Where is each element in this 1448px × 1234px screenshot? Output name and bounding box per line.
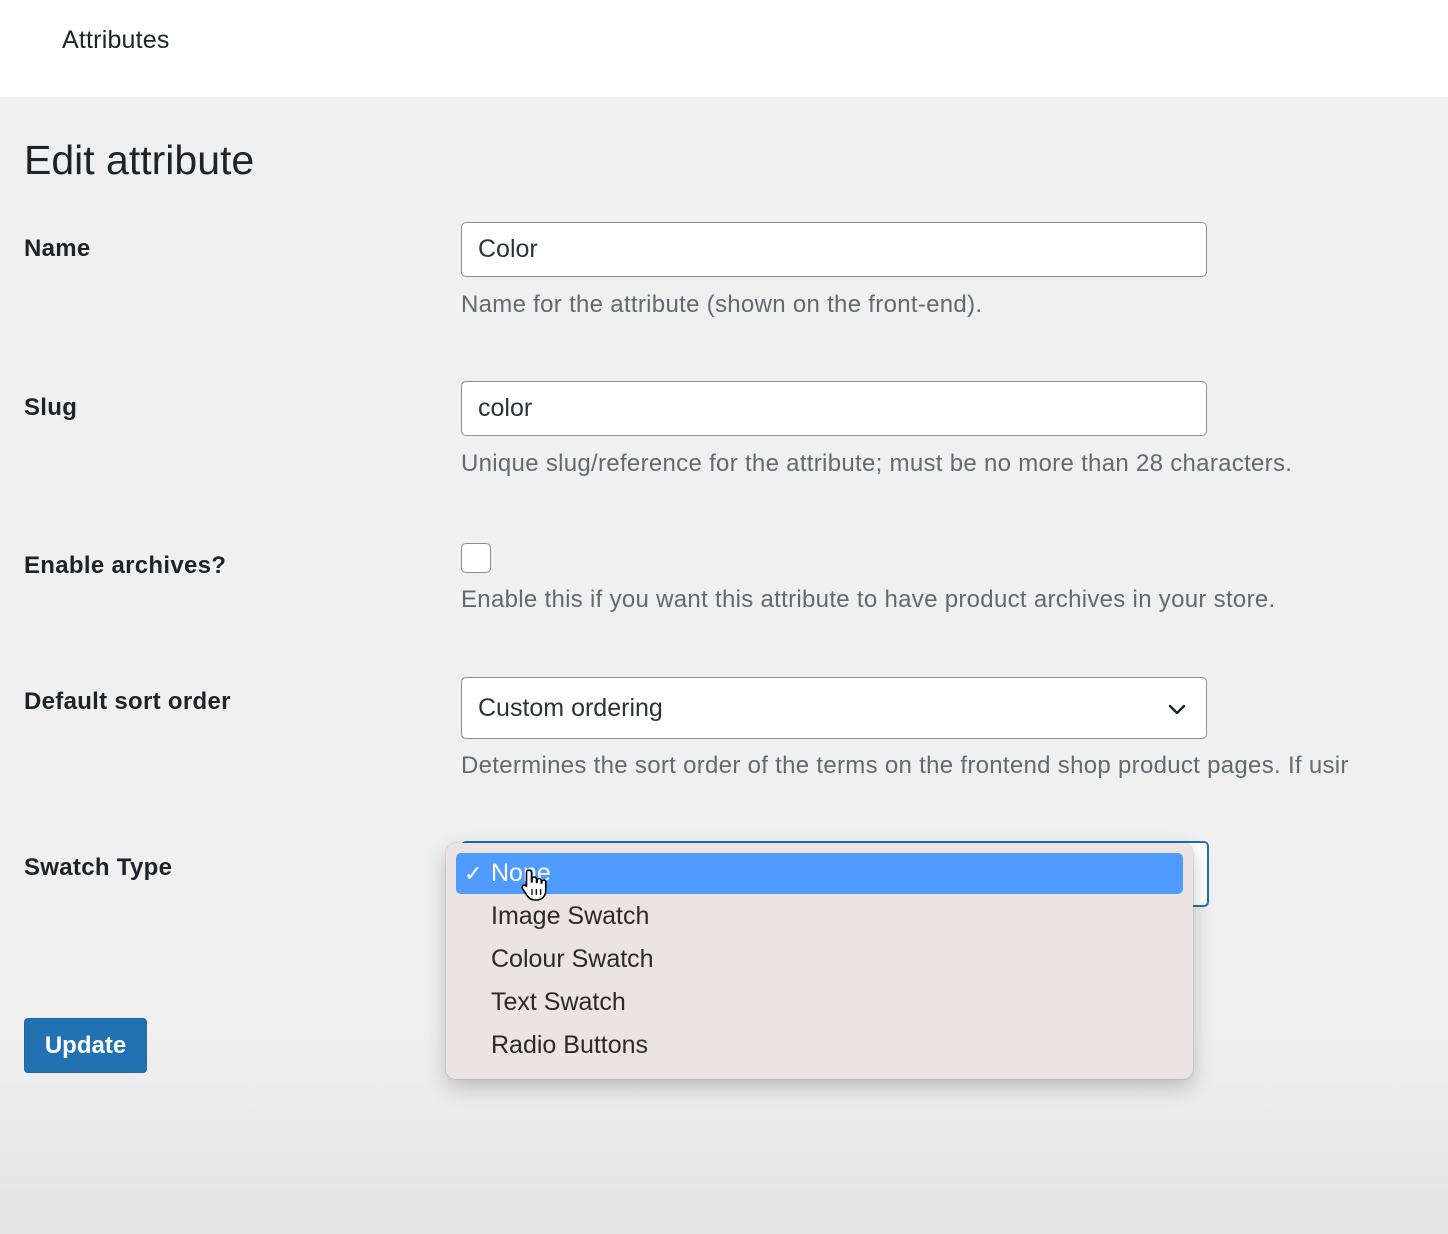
name-description: Name for the attribute (shown on the fro…	[461, 291, 983, 318]
swatch-type-label: Swatch Type	[24, 854, 173, 881]
swatch-option-text[interactable]: Text Swatch	[456, 982, 1183, 1023]
slug-input[interactable]	[461, 381, 1207, 436]
update-button[interactable]: Update	[24, 1018, 147, 1073]
swatch-option-image[interactable]: Image Swatch	[456, 896, 1183, 937]
sort-order-value: Custom ordering	[478, 694, 663, 722]
name-label: Name	[24, 235, 91, 262]
sort-order-description: Determines the sort order of the terms o…	[461, 752, 1349, 779]
slug-description: Unique slug/reference for the attribute;…	[461, 450, 1293, 477]
sort-order-label: Default sort order	[24, 688, 231, 715]
chevron-down-icon	[1168, 704, 1186, 715]
page-title: Edit attribute	[24, 137, 255, 183]
option-label: Colour Swatch	[491, 945, 654, 973]
option-label: Text Swatch	[491, 988, 626, 1016]
archives-label: Enable archives?	[24, 552, 227, 579]
name-input[interactable]	[461, 222, 1207, 277]
swatch-option-radio[interactable]: Radio Buttons	[456, 1025, 1183, 1066]
main-content: Edit attribute Name Name for the attribu…	[0, 97, 1448, 1234]
sort-order-select[interactable]: Custom ordering	[461, 677, 1207, 739]
option-label: Image Swatch	[491, 902, 650, 930]
option-label: Radio Buttons	[491, 1031, 649, 1059]
breadcrumb-attributes[interactable]: Attributes	[62, 26, 170, 55]
slug-label: Slug	[24, 394, 78, 421]
swatch-option-colour[interactable]: Colour Swatch	[456, 939, 1183, 980]
swatch-option-none[interactable]: ✓ None	[456, 853, 1183, 894]
archives-description: Enable this if you want this attribute t…	[461, 586, 1276, 613]
hand-pointer-icon	[521, 869, 547, 901]
top-bar: Attributes	[0, 0, 1448, 97]
swatch-type-dropdown: ✓ None Image Swatch Colour Swatch Text S…	[446, 843, 1193, 1079]
enable-archives-checkbox[interactable]	[461, 543, 491, 573]
checkmark-icon: ✓	[464, 861, 483, 886]
